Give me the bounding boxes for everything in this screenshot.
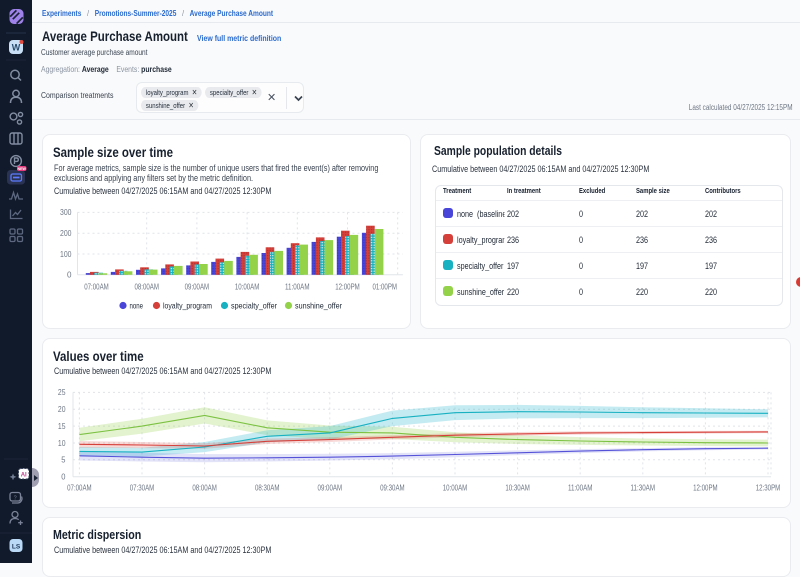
svg-text:07:00AM: 07:00AM (84, 283, 109, 292)
svg-text:01:00PM: 01:00PM (373, 283, 398, 292)
svg-text:11:00AM: 11:00AM (568, 483, 593, 492)
svg-text:?: ? (14, 496, 17, 502)
svg-text:09:30AM: 09:30AM (380, 483, 405, 492)
svg-text:20: 20 (58, 405, 66, 414)
svg-text:LS: LS (12, 544, 21, 551)
svg-text:09:00AM: 09:00AM (318, 483, 343, 492)
svg-text:25: 25 (58, 388, 66, 397)
svg-text:loyalty_program: loyalty_program (163, 301, 212, 311)
svg-text:10: 10 (58, 439, 66, 448)
svg-text:AI: AI (21, 473, 27, 479)
svg-text:12:30PM: 12:30PM (756, 483, 781, 492)
svg-text:NEW: NEW (18, 167, 27, 171)
svg-text:08:00AM: 08:00AM (134, 283, 159, 292)
svg-text:10:30AM: 10:30AM (505, 483, 530, 492)
svg-text:sunshine_offer: sunshine_offer (295, 301, 342, 311)
svg-text:07:00AM: 07:00AM (67, 483, 92, 492)
svg-text:11:00AM: 11:00AM (285, 283, 310, 292)
svg-text:10:00AM: 10:00AM (443, 483, 468, 492)
svg-text:10:00AM: 10:00AM (235, 283, 260, 292)
svg-text:12:00PM: 12:00PM (335, 283, 360, 292)
svg-text:09:00AM: 09:00AM (185, 283, 210, 292)
svg-text:08:30AM: 08:30AM (255, 483, 280, 492)
svg-text:15: 15 (58, 422, 66, 431)
svg-text:specialty_offer: specialty_offer (231, 301, 277, 311)
svg-text:07:30AM: 07:30AM (130, 483, 155, 492)
svg-text:08:00AM: 08:00AM (192, 483, 217, 492)
svg-text:200: 200 (60, 229, 72, 238)
svg-text:300: 300 (60, 208, 72, 217)
svg-text:5: 5 (61, 456, 66, 465)
svg-text:100: 100 (60, 250, 72, 259)
svg-text:W: W (12, 43, 21, 53)
svg-text:0: 0 (67, 271, 72, 280)
svg-text:none: none (130, 301, 144, 311)
svg-text:12:00PM: 12:00PM (693, 483, 718, 492)
svg-text:11:30AM: 11:30AM (631, 483, 656, 492)
svg-text:0: 0 (61, 473, 66, 482)
